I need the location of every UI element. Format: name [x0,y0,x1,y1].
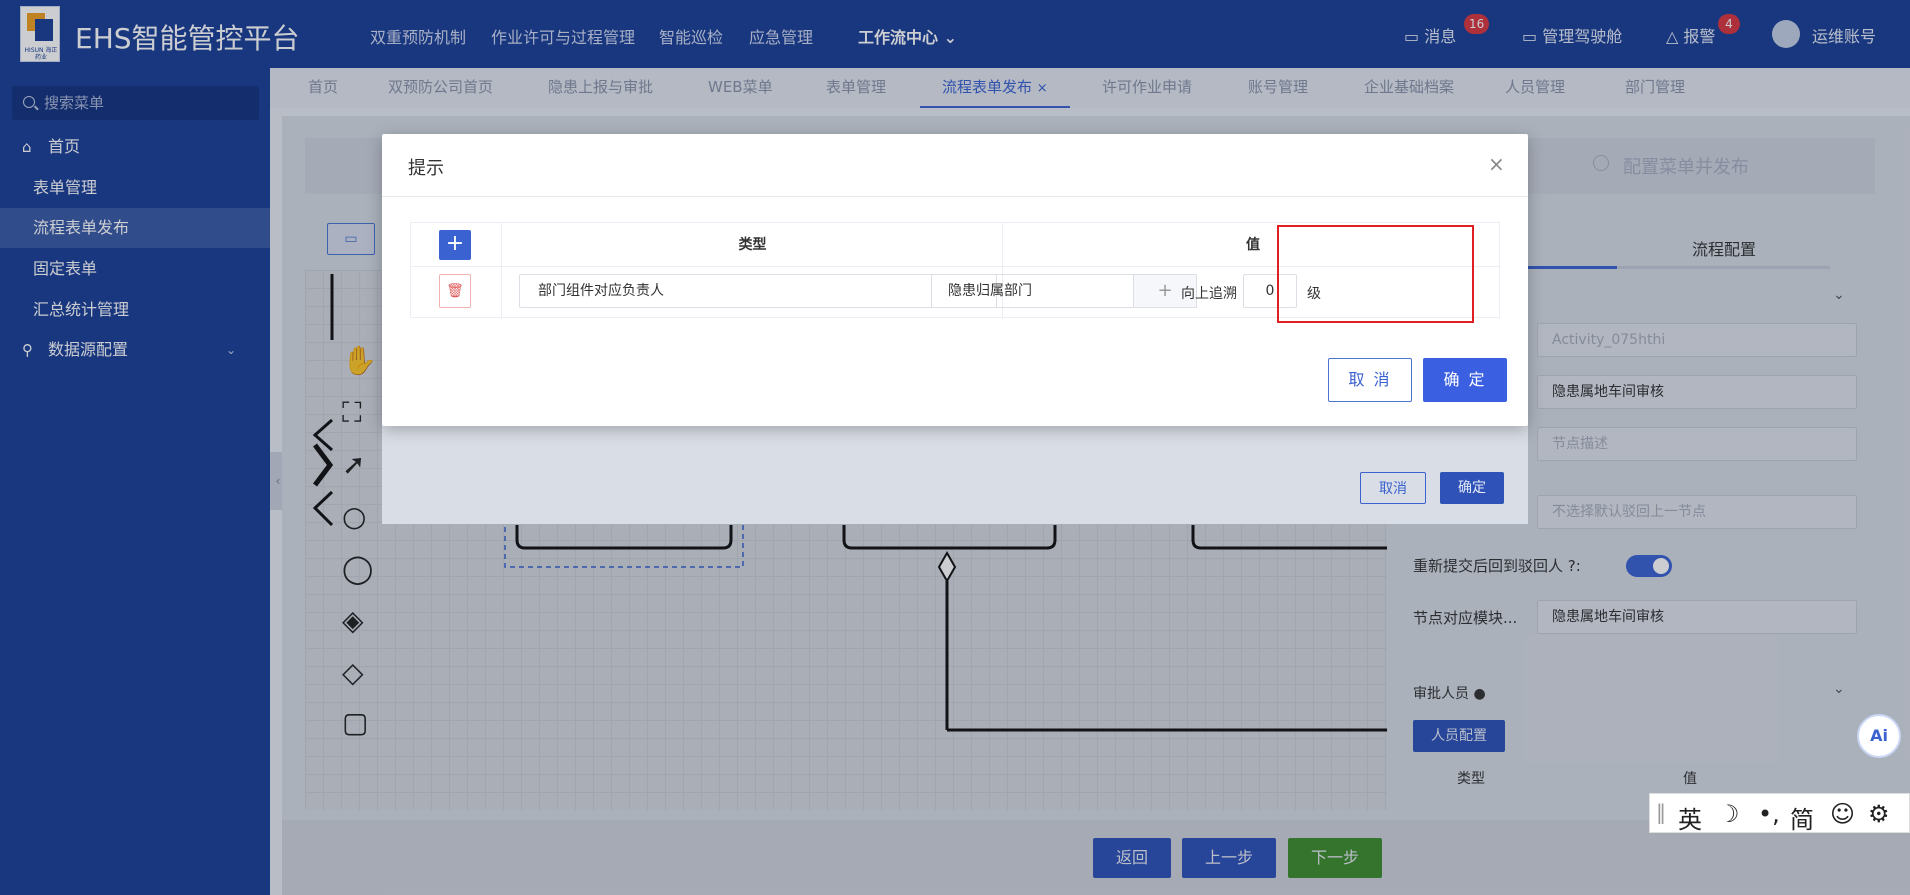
ime-drag-handle[interactable]: ‖ [1656,800,1666,824]
trace-up-label: 向上追溯 [1181,286,1237,302]
value-input[interactable]: 隐患归属部门 [931,274,1133,308]
background-dialog: 取消 确定 [382,420,1528,524]
type-select[interactable]: 部门组件对应负责人 ⌄ [519,274,997,308]
punctuation-icon[interactable]: •, [1758,800,1780,828]
ime-simplified-toggle[interactable]: 简 [1790,800,1814,835]
bg-cancel-button[interactable]: 取消 [1360,472,1426,504]
add-row-button[interactable]: + [439,230,471,260]
ime-language-toggle[interactable]: 英 [1678,800,1702,835]
bg-ok-button[interactable]: 确定 [1440,472,1504,504]
emoji-icon[interactable]: ☺ [1830,800,1855,828]
ai-assistant-button[interactable]: Ai [1857,714,1901,758]
highlight-box [1277,225,1474,323]
delete-row-button[interactable]: 🗑 [439,274,471,308]
cancel-button[interactable]: 取 消 [1328,358,1412,402]
close-icon[interactable]: × [1488,152,1505,176]
dialog-title: 提示 [408,158,444,179]
divider [382,196,1528,197]
ime-toolbar: ‖ 英 ☽ •, 简 ☺ ⚙ [1649,793,1910,835]
trash-icon: 🗑 [446,283,464,299]
confirm-button[interactable]: 确 定 [1423,358,1507,402]
header-type: 类型 [738,237,767,253]
gear-icon[interactable]: ⚙ [1868,800,1890,828]
moon-icon[interactable]: ☽ [1718,800,1740,828]
